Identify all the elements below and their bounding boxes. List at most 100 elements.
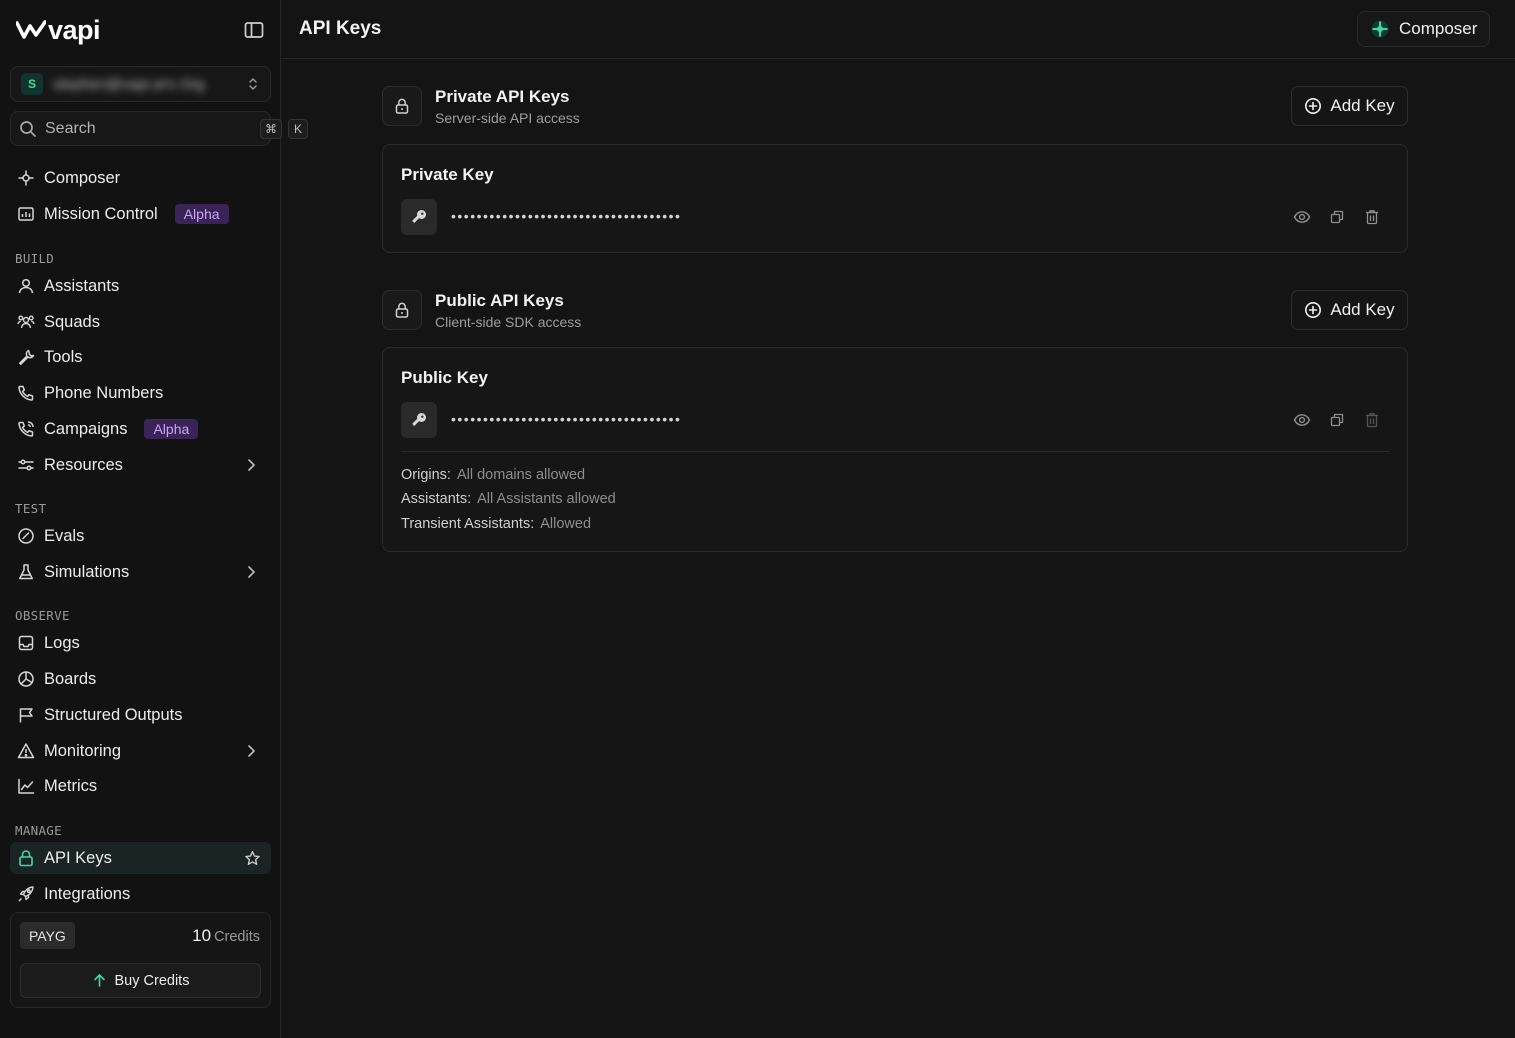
sidebar-item-evals[interactable]: Evals bbox=[10, 520, 271, 552]
sidebar-item-simulations[interactable]: Simulations bbox=[10, 556, 271, 588]
section-title-build: BUILD bbox=[15, 251, 55, 266]
eye-icon[interactable] bbox=[1293, 208, 1311, 226]
public-keys-title: Public API Keys bbox=[435, 291, 564, 310]
sidebar-item-label: Simulations bbox=[44, 562, 130, 581]
sidebar-item-label: Composer bbox=[44, 168, 121, 187]
private-key-row: •••••••••••••••••••••••••••••••••••• bbox=[401, 199, 1389, 235]
search-icon bbox=[19, 120, 37, 138]
search-input[interactable] bbox=[45, 119, 252, 138]
lock-icon bbox=[382, 290, 422, 330]
add-public-key-button[interactable]: Add Key bbox=[1291, 290, 1408, 330]
sidebar-item-mission-control[interactable]: Mission Control Alpha bbox=[10, 198, 271, 230]
rocket-icon bbox=[17, 885, 35, 903]
trash-icon[interactable] bbox=[1363, 208, 1381, 226]
sidebar-item-assistants[interactable]: Assistants bbox=[10, 270, 271, 302]
composer-button[interactable]: Composer bbox=[1357, 11, 1490, 47]
sidebar-item-label: Squads bbox=[44, 312, 100, 331]
search-box[interactable]: ⌘ K bbox=[10, 111, 308, 146]
divider bbox=[401, 451, 1389, 452]
sidebar-item-campaigns[interactable]: Campaigns Alpha bbox=[10, 413, 271, 445]
credits-amount: 10 bbox=[192, 926, 212, 945]
vapi-logo[interactable]: vapi bbox=[16, 14, 101, 46]
sidebar-item-label: Monitoring bbox=[44, 741, 122, 760]
sidebar-item-composer[interactable]: Composer bbox=[10, 162, 271, 194]
origins-row: Origins: All domains allowed bbox=[401, 467, 585, 483]
add-private-key-button[interactable]: Add Key bbox=[1291, 86, 1408, 126]
org-selector[interactable]: S stephen@vapi.ai's Org bbox=[10, 66, 271, 102]
copy-icon[interactable] bbox=[1328, 411, 1346, 429]
buy-credits-button[interactable]: Buy Credits bbox=[20, 963, 261, 998]
sidebar-item-integrations[interactable]: Integrations bbox=[10, 878, 271, 910]
add-key-label: Add Key bbox=[1330, 300, 1395, 319]
brand-name: vapi bbox=[48, 14, 101, 45]
lock-icon bbox=[17, 849, 35, 867]
sidebar-item-monitoring[interactable]: Monitoring bbox=[10, 735, 271, 767]
line-chart-icon bbox=[17, 777, 35, 795]
chevron-right-icon bbox=[243, 564, 259, 580]
public-key-actions bbox=[1293, 411, 1381, 429]
search-shortcut: ⌘ K bbox=[260, 118, 308, 139]
shortcut-k-key: K bbox=[288, 118, 308, 139]
public-key-value: •••••••••••••••••••••••••••••••••••• bbox=[451, 411, 682, 427]
plan-badge: PAYG bbox=[20, 922, 75, 949]
sidebar-item-label: Mission Control bbox=[44, 204, 158, 223]
star-icon[interactable] bbox=[244, 850, 261, 867]
sidebar-item-label: Boards bbox=[44, 669, 97, 688]
private-keys-subtitle: Server-side API access bbox=[435, 110, 580, 126]
credits-unit: Credits bbox=[214, 929, 260, 945]
inbox-icon bbox=[17, 634, 35, 652]
flask-icon bbox=[17, 563, 35, 581]
warning-icon bbox=[17, 742, 35, 760]
sidebar-item-label: Integrations bbox=[44, 884, 131, 903]
transient-assistants-row: Transient Assistants: Allowed bbox=[401, 516, 591, 532]
sidebar-item-label: Campaigns bbox=[44, 419, 128, 438]
chevron-right-icon bbox=[243, 457, 259, 473]
sidebar-item-label: Assistants bbox=[44, 276, 120, 295]
private-keys-header: Private API Keys Server-side API access … bbox=[382, 86, 1408, 128]
sidebar: vapi S stephen@vapi.ai's Org ⌘ K bbox=[0, 0, 308, 1038]
lock-icon bbox=[382, 86, 422, 126]
phone-outgoing-icon bbox=[17, 420, 35, 438]
transient-assistants-label: Transient Assistants: bbox=[401, 516, 535, 532]
flag-icon bbox=[17, 706, 35, 724]
arrow-up-icon bbox=[92, 973, 107, 988]
sidebar-item-label: Logs bbox=[44, 633, 80, 652]
sidebar-toggle-icon[interactable] bbox=[242, 18, 266, 42]
assistants-value: All Assistants allowed bbox=[477, 491, 616, 507]
sidebar-item-label: Evals bbox=[44, 526, 85, 545]
shortcut-mod-key: ⌘ bbox=[260, 118, 282, 139]
eye-icon[interactable] bbox=[1293, 411, 1311, 429]
assistants-row: Assistants: All Assistants allowed bbox=[401, 491, 616, 507]
composer-icon bbox=[17, 169, 35, 187]
alpha-badge: Alpha bbox=[144, 419, 199, 439]
private-key-actions bbox=[1293, 208, 1381, 226]
top-bar: API Keys Composer bbox=[281, 0, 1515, 59]
sidebar-item-label: Resources bbox=[44, 455, 123, 474]
sidebar-item-logs[interactable]: Logs bbox=[10, 627, 271, 659]
key-icon bbox=[401, 402, 437, 438]
sidebar-item-label: API Keys bbox=[44, 848, 112, 867]
sidebar-item-phone-numbers[interactable]: Phone Numbers bbox=[10, 377, 271, 409]
sidebar-item-label: Phone Numbers bbox=[44, 383, 164, 402]
sliders-icon bbox=[17, 456, 35, 474]
section-title-observe: OBSERVE bbox=[15, 608, 70, 623]
sidebar-item-squads[interactable]: Squads bbox=[10, 306, 271, 338]
origins-value: All domains allowed bbox=[456, 467, 586, 483]
sidebar-item-api-keys[interactable]: API Keys bbox=[10, 842, 271, 874]
org-avatar: S bbox=[21, 73, 43, 95]
sidebar-item-metrics[interactable]: Metrics bbox=[10, 770, 271, 802]
page-title: API Keys bbox=[299, 18, 382, 39]
user-icon bbox=[17, 277, 35, 295]
add-key-label: Add Key bbox=[1330, 96, 1395, 115]
sidebar-item-structured-outputs[interactable]: Structured Outputs bbox=[10, 699, 271, 731]
section-title-manage: MANAGE bbox=[15, 823, 62, 838]
sidebar-item-label: Tools bbox=[44, 347, 83, 366]
check-circle-icon bbox=[17, 527, 35, 545]
private-keys-title: Private API Keys bbox=[435, 87, 570, 106]
sidebar-item-resources[interactable]: Resources bbox=[10, 449, 271, 481]
pie-icon bbox=[17, 670, 35, 688]
copy-icon[interactable] bbox=[1328, 208, 1346, 226]
sidebar-item-boards[interactable]: Boards bbox=[10, 663, 271, 695]
wrench-icon bbox=[17, 348, 35, 366]
sidebar-item-tools[interactable]: Tools bbox=[10, 341, 271, 373]
